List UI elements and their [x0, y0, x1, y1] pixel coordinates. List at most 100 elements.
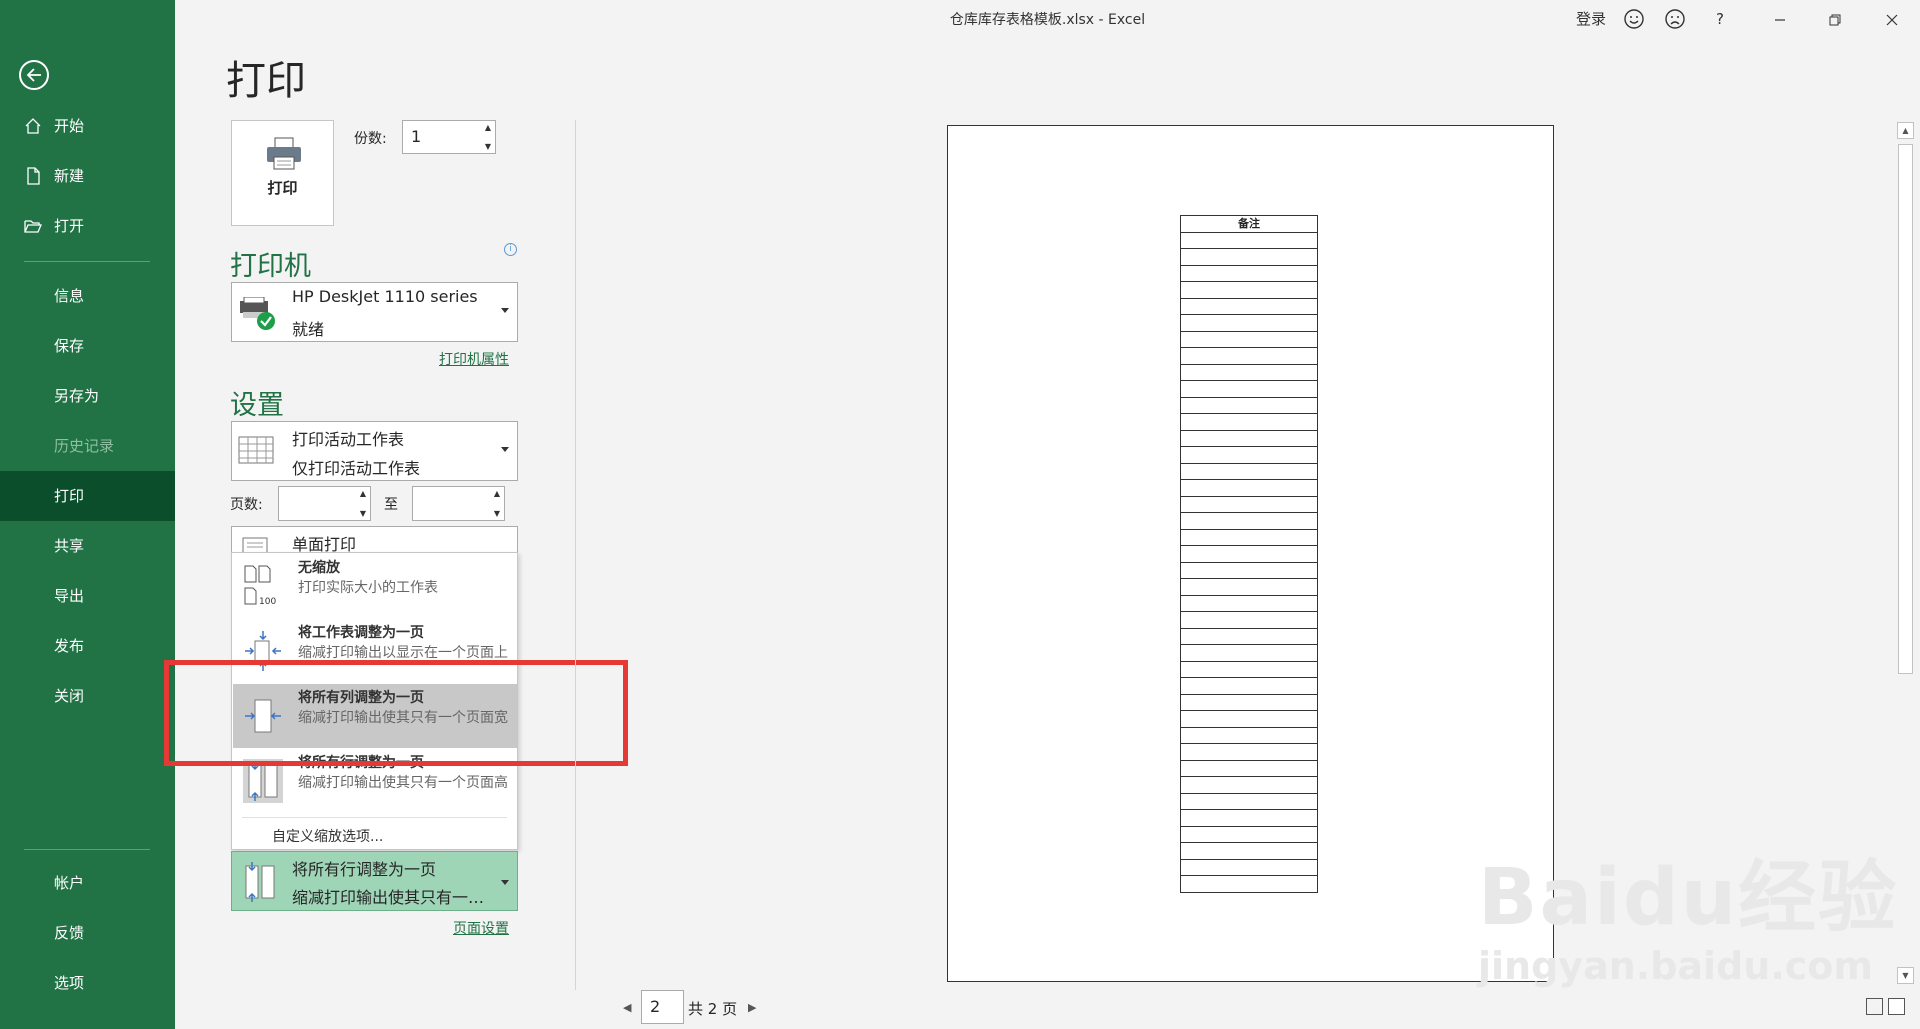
- current-page-input[interactable]: 2: [641, 990, 684, 1024]
- sidebar-item-feedback[interactable]: 反馈: [0, 908, 175, 958]
- minimize-icon[interactable]: [1760, 6, 1800, 32]
- restore-icon[interactable]: [1815, 6, 1855, 32]
- spin-up-icon[interactable]: ▲: [494, 489, 500, 498]
- table-row: [1180, 627, 1318, 645]
- table-cell: [1180, 660, 1318, 678]
- sidebar-item-options[interactable]: 选项: [0, 958, 175, 1008]
- print-button[interactable]: 打印: [231, 120, 334, 226]
- sidebar-item-open[interactable]: 打开: [0, 201, 175, 251]
- close-icon[interactable]: [1872, 6, 1912, 32]
- table-cell: [1180, 479, 1318, 497]
- sidebar-item-label: 信息: [54, 287, 85, 305]
- table-cell: [1180, 578, 1318, 596]
- sidebar-item-account[interactable]: 帐户: [0, 858, 175, 908]
- sidebar-item-save-as[interactable]: 另存为: [0, 371, 175, 421]
- pages-label: 页数:: [230, 497, 263, 513]
- custom-scaling-option[interactable]: 自定义缩放选项...: [272, 826, 383, 846]
- print-what-dropdown[interactable]: 打印活动工作表 仅打印活动工作表: [231, 421, 518, 481]
- page-title: 打印: [226, 58, 306, 104]
- menu-item-no-scaling[interactable]: 100 无缩放 打印实际大小的工作表: [233, 554, 517, 618]
- watermark-url: jingyan.baidu.com: [1478, 944, 1873, 988]
- settings-heading: 设置: [230, 390, 284, 421]
- menu-divider: [242, 817, 507, 818]
- table-row: [1180, 561, 1318, 579]
- sidebar-item-close[interactable]: 关闭: [0, 671, 175, 721]
- frown-icon[interactable]: [1660, 6, 1690, 32]
- scroll-down-icon[interactable]: ▼: [1897, 967, 1914, 984]
- watermark-brand: Baidu经验: [1478, 853, 1899, 943]
- sidebar-item-publish[interactable]: 发布: [0, 621, 175, 671]
- info-icon[interactable]: i: [504, 243, 517, 256]
- scaling-dropdown[interactable]: 将所有行调整为一页 缩减打印输出使其只有一…: [231, 851, 518, 911]
- table-row: [1180, 380, 1318, 398]
- table-row: [1180, 677, 1318, 695]
- table-row: [1180, 644, 1318, 662]
- smile-icon[interactable]: [1619, 6, 1649, 32]
- table-row: [1180, 462, 1318, 480]
- menu-item-title: 无缩放: [298, 560, 340, 576]
- total-pages-label: 共 2 页: [688, 1000, 738, 1018]
- to-label: 至: [384, 497, 398, 513]
- spin-up-icon[interactable]: ▲: [485, 123, 491, 132]
- table-row: [1180, 875, 1318, 893]
- spin-down-icon[interactable]: ▼: [360, 509, 366, 518]
- copies-stepper[interactable]: 1 ▲ ▼: [402, 120, 496, 154]
- table-row: [1180, 281, 1318, 299]
- table-cell: [1180, 825, 1318, 843]
- table-cell: [1180, 644, 1318, 662]
- print-what-title: 打印活动工作表: [292, 430, 405, 449]
- table-cell: [1180, 429, 1318, 447]
- menu-item-title: 将工作表调整为一页: [298, 625, 424, 641]
- show-margins-icon[interactable]: [1866, 998, 1883, 1015]
- preview-scrollbar[interactable]: ▲ ▼: [1897, 122, 1914, 984]
- pages-to-stepper[interactable]: ▲ ▼: [412, 486, 505, 521]
- table-cell: [1180, 231, 1318, 249]
- table-row: [1180, 347, 1318, 365]
- title-bar: 仓库库存表格模板.xlsx - Excel 登录 ?: [175, 0, 1920, 38]
- table-cell: [1180, 413, 1318, 431]
- spin-down-icon[interactable]: ▼: [485, 142, 491, 151]
- sidebar-item-label: 帐户: [54, 874, 85, 892]
- scroll-up-icon[interactable]: ▲: [1897, 122, 1914, 139]
- prev-page-icon[interactable]: ◀: [623, 1001, 631, 1014]
- menu-item-desc: 缩减打印输出使其只有一个页面高: [298, 775, 508, 791]
- table-header-cell: 备注: [1180, 215, 1318, 233]
- pages-from-stepper[interactable]: ▲ ▼: [278, 486, 371, 521]
- copies-label: 份数:: [354, 131, 387, 147]
- sidebar-item-label: 保存: [54, 337, 85, 355]
- next-page-icon[interactable]: ▶: [748, 1001, 756, 1014]
- sidebar-item-info[interactable]: 信息: [0, 271, 175, 321]
- table-cell: [1180, 710, 1318, 728]
- sidebar-item-home[interactable]: 开始: [0, 101, 175, 151]
- table-cell: [1180, 512, 1318, 530]
- sidebar-item-new[interactable]: 新建: [0, 151, 175, 201]
- sidebar-item-print[interactable]: 打印: [0, 471, 175, 521]
- table-row: [1180, 396, 1318, 414]
- help-button[interactable]: ?: [1705, 6, 1735, 32]
- spin-down-icon[interactable]: ▼: [494, 509, 500, 518]
- table-cell: [1180, 776, 1318, 794]
- table-row: [1180, 495, 1318, 513]
- table-cell: [1180, 743, 1318, 761]
- sidebar-item-save[interactable]: 保存: [0, 321, 175, 371]
- sidebar-item-history: 历史记录: [0, 421, 175, 471]
- printer-dropdown[interactable]: HP DeskJet 1110 series 就绪: [231, 282, 518, 342]
- sidebar-divider: [24, 849, 150, 850]
- sidebar-item-label: 选项: [54, 974, 85, 992]
- table-cell: [1180, 627, 1318, 645]
- page-setup-link[interactable]: 页面设置: [453, 918, 509, 938]
- table-cell: [1180, 842, 1318, 860]
- printer-properties-link[interactable]: 打印机属性: [439, 349, 509, 369]
- zoom-to-page-icon[interactable]: [1888, 998, 1905, 1015]
- spin-up-icon[interactable]: ▲: [360, 489, 366, 498]
- table-cell: [1180, 875, 1318, 893]
- sidebar-item-label: 开始: [54, 117, 85, 135]
- sidebar-item-export[interactable]: 导出: [0, 571, 175, 621]
- back-arrow-icon[interactable]: [19, 60, 49, 90]
- sidebar-item-share[interactable]: 共享: [0, 521, 175, 571]
- signin-button[interactable]: 登录: [1571, 6, 1611, 32]
- print-button-label: 打印: [267, 179, 298, 197]
- table-row: 备注: [1180, 215, 1318, 233]
- table-row: [1180, 330, 1318, 348]
- scrollbar-thumb[interactable]: [1898, 144, 1913, 674]
